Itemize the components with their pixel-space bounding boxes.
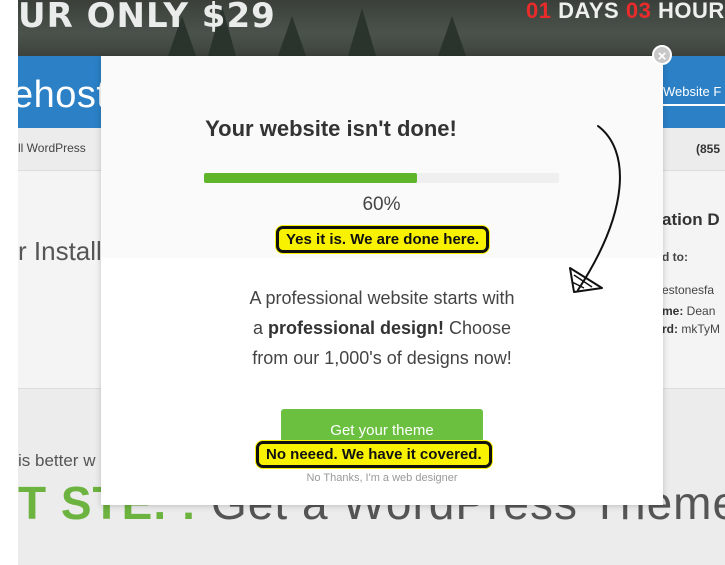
annotation-label-top: Yes it is. We are done here. <box>276 226 490 253</box>
timer-hours: 03 <box>625 0 652 23</box>
breadcrumb[interactable]: ll WordPress <box>18 141 86 155</box>
progress-percent: 60% <box>362 194 401 215</box>
tree-decoration <box>348 8 376 56</box>
site-logo[interactable]: ehost <box>12 74 107 117</box>
body-line-2: a professional design! Choose <box>101 313 663 343</box>
modal-title: Your website isn't done! <box>205 116 457 141</box>
better-text: is better w <box>18 451 96 470</box>
timer-days-label: DAYS <box>558 0 620 23</box>
password-value: mkTyM <box>678 322 720 336</box>
annotation-label-bottom: No neeed. We have it covered. <box>256 441 492 468</box>
username-label: me: <box>662 304 684 318</box>
progress-bar <box>204 173 559 183</box>
body-line-2-pre: a <box>252 318 268 338</box>
tree-decoration <box>438 16 466 56</box>
username-row: me: Dean <box>662 304 715 318</box>
phone-number[interactable]: (855 <box>696 142 720 156</box>
tree-decoration <box>278 16 306 56</box>
promo-banner[interactable]: UR ONLY $29 01 DAYS 03 HOURS 48 <box>18 0 725 56</box>
installation-details-heading: ation D <box>662 210 720 229</box>
timer-hours-label: HOURS <box>657 0 725 23</box>
countdown-timer: 01 DAYS 03 HOURS 48 <box>526 0 725 24</box>
installed-to-label: d to: <box>662 250 688 264</box>
timer-days: 01 <box>526 0 552 23</box>
password-row: rd: mkTyM <box>662 322 720 336</box>
body-line-2-post: Choose <box>444 318 512 338</box>
no-thanks-link[interactable]: No Thanks, I'm a web designer <box>101 472 663 484</box>
hand-drawn-arrow-icon <box>569 125 621 293</box>
install-url[interactable]: estonesfa <box>662 283 714 297</box>
body-emphasis: professional design! <box>267 318 444 338</box>
close-icon[interactable]: × <box>652 45 672 65</box>
nav-active-underline <box>663 104 725 106</box>
progress-fill <box>204 173 417 183</box>
username-value: Dean <box>683 304 716 318</box>
body-line-3: from our 1,000's of designs now! <box>252 348 512 368</box>
nav-link-website[interactable]: Website F <box>663 84 721 99</box>
password-label: rd: <box>662 322 678 336</box>
promo-offer-text: UR ONLY $29 <box>18 0 276 36</box>
